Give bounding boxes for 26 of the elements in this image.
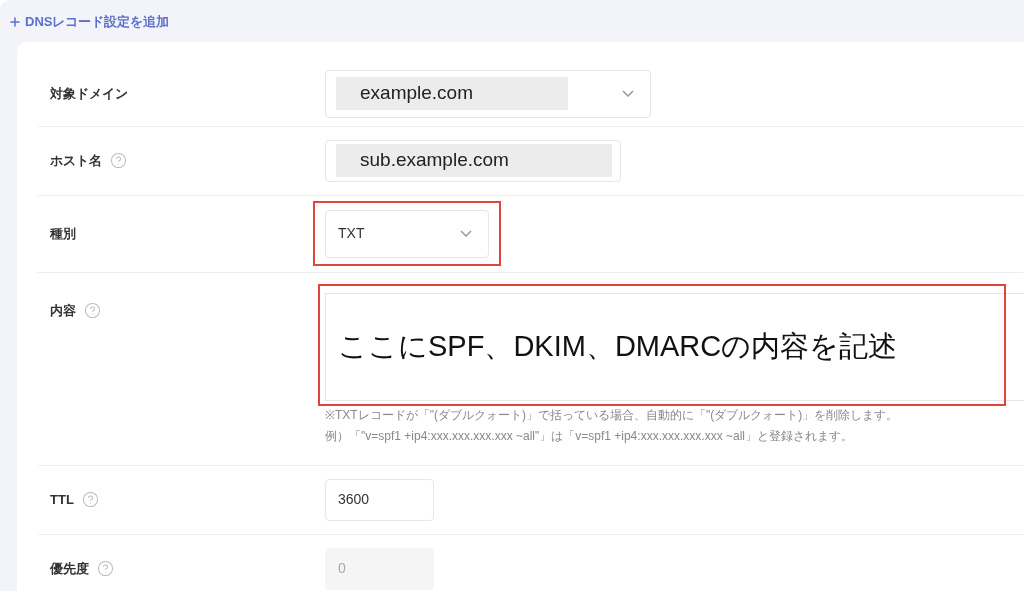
chevron-down-icon (460, 230, 472, 237)
field-label: 内容 (50, 301, 76, 320)
help-icon[interactable] (84, 301, 101, 319)
help-icon[interactable] (110, 152, 127, 169)
help-note: 例）「"v=spf1 +ip4:xxx.xxx.xxx.xxx ~all"」は「v=spf1 +ip4:xxx.xxx.xxx.xxx ~all」と登録されます。 (325, 427, 854, 445)
add-record-link[interactable]: DNSレコード設定を追加 (8, 12, 1024, 32)
input-field[interactable]: 3600 (325, 478, 434, 521)
textarea-field[interactable]: ここにSPF、DKIM、DMARCの内容を記述 (325, 292, 1024, 401)
input-field[interactable]: sub.example.com (325, 139, 621, 182)
field-label: ホスト名 (50, 151, 102, 170)
help-icon[interactable] (81, 491, 99, 508)
field-value: example.com (336, 77, 568, 110)
field-label: TTL (50, 490, 74, 509)
field-value: TXT (338, 224, 365, 243)
field-value: sub.example.com (336, 144, 612, 177)
field-label: 対象ドメイン (50, 84, 128, 103)
select-field[interactable]: TXT (325, 209, 489, 258)
field-value: ここにSPF、DKIM、DMARCの内容を記述 (338, 328, 898, 364)
chevron-down-icon (622, 90, 634, 97)
field-label: 優先度 (50, 559, 89, 578)
field-placeholder: 0 (338, 559, 346, 578)
select-field[interactable]: example.com (325, 69, 651, 118)
field-label: 種別 (50, 224, 76, 243)
plus-icon (8, 14, 22, 29)
field-value: 3600 (338, 490, 370, 509)
help-note: ※TXTレコードが「"(ダブルクォート)」で括っている場合、自動的に「"(ダブルクォート)」を削除します。 (325, 406, 900, 424)
